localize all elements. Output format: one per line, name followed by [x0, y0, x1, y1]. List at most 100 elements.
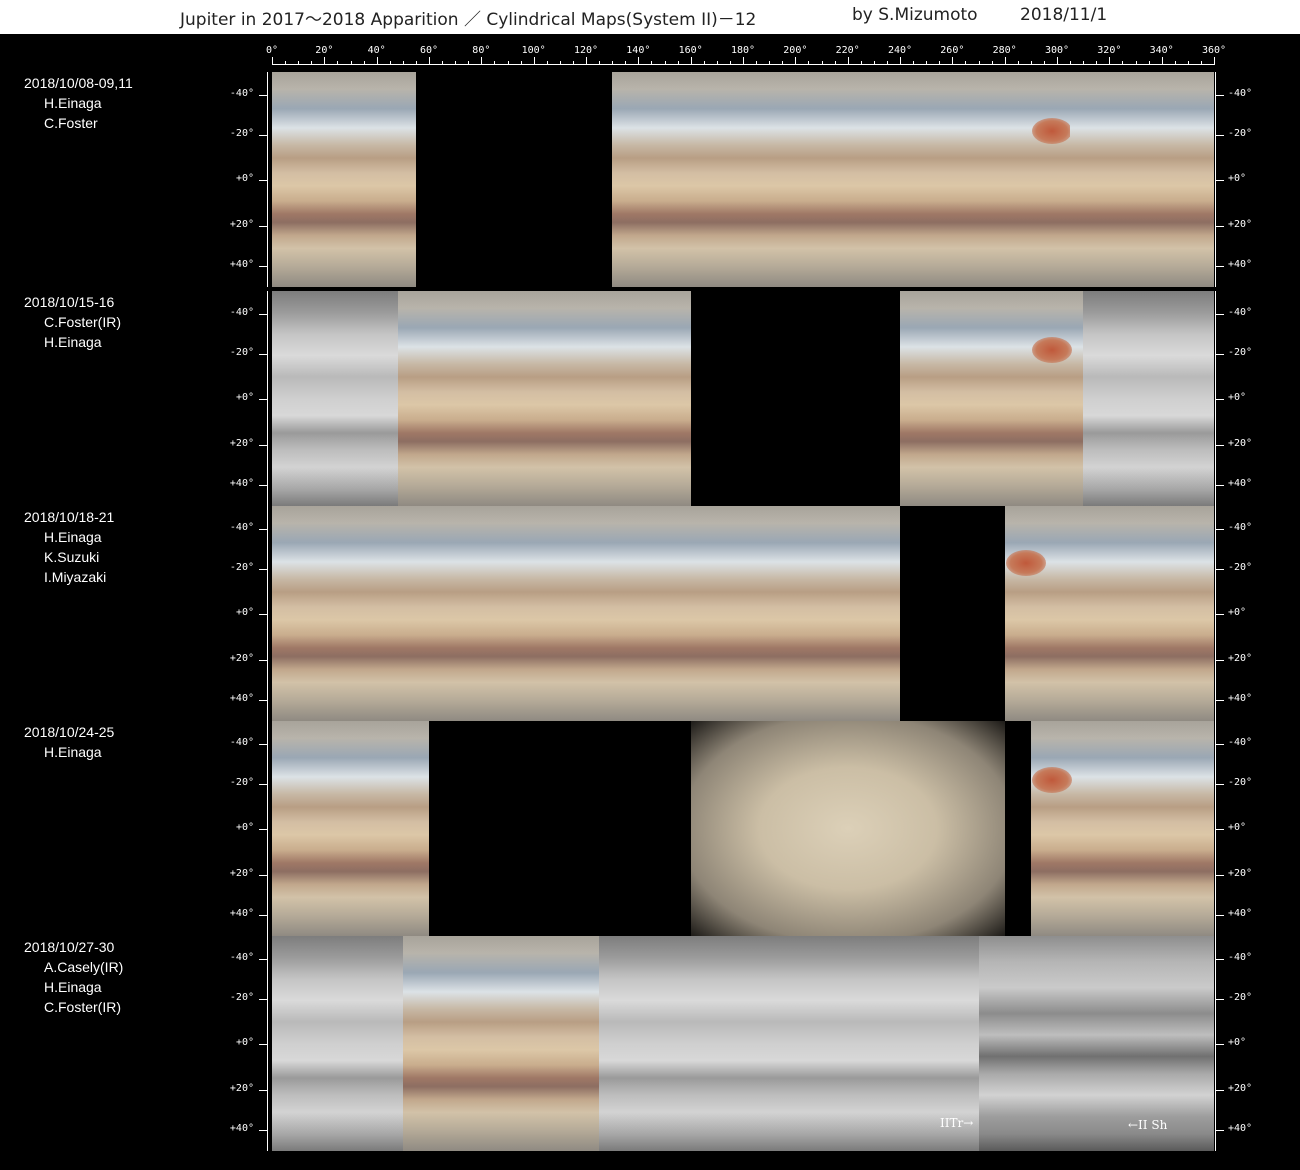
longitude-tick [324, 57, 325, 65]
observer-name: I.Miyazaki [44, 569, 107, 585]
longitude-tick [900, 57, 901, 65]
publish-date: 2018/11/1 [1020, 5, 1108, 25]
latitude-label-right: +40° [1228, 259, 1253, 270]
latitude-tick-right [1216, 1044, 1224, 1045]
longitude-label: 220° [835, 45, 860, 56]
longitude-label: 20° [315, 45, 334, 56]
latitude-label-right: -20° [1228, 777, 1253, 788]
latitude-tick-left [259, 180, 267, 181]
latitude-label-right: +40° [1228, 1123, 1253, 1134]
longitude-label: 100° [521, 45, 546, 56]
latitude-label-left: +20° [229, 653, 254, 664]
title-bar: Jupiter in 2017～2018 Apparition ／ Cylind… [0, 0, 1300, 34]
latitude-tick-right [1216, 569, 1224, 570]
longitude-label: 200° [783, 45, 808, 56]
longitude-tick [612, 61, 613, 65]
latitude-label-right: +0° [1228, 1037, 1247, 1048]
longitude-tick [1201, 61, 1202, 65]
latitude-axis-right [1215, 936, 1216, 1151]
latitude-tick-right [1216, 614, 1224, 615]
longitude-tick [337, 61, 338, 65]
iitr-annotation: IITr→ [940, 1116, 974, 1130]
latitude-tick-left [259, 959, 267, 960]
longitude-label: 160° [678, 45, 703, 56]
latitude-label-right: +20° [1228, 1083, 1253, 1094]
longitude-tick [599, 61, 600, 65]
map-segment [691, 291, 900, 506]
longitude-label: 180° [730, 45, 756, 56]
latitude-tick-right [1216, 915, 1224, 916]
longitude-tick [534, 57, 535, 65]
longitude-tick [1083, 61, 1084, 65]
latitude-tick-left [259, 614, 267, 615]
map-segment [979, 936, 1214, 1151]
latitude-tick-right [1216, 95, 1224, 96]
latitude-tick-left [259, 399, 267, 400]
longitude-label: 240° [887, 45, 913, 56]
longitude-tick [651, 61, 652, 65]
latitude-label-left: +40° [229, 259, 254, 270]
observer-name: C.Foster [44, 115, 98, 131]
map-segment [272, 936, 403, 1151]
latitude-label-left: +40° [229, 908, 254, 919]
latitude-tick-left [259, 784, 267, 785]
latitude-label-right: +40° [1228, 478, 1253, 489]
longitude-label: 140° [626, 45, 651, 56]
latitude-tick-left [259, 266, 267, 267]
observer-name: A.Casely(IR) [44, 959, 124, 975]
latitude-tick-right [1216, 1090, 1224, 1091]
latitude-label-left: +40° [229, 693, 254, 704]
latitude-label-left: -40° [229, 952, 254, 963]
map-segment [272, 721, 429, 936]
latitude-label-left: -20° [229, 992, 254, 1003]
longitude-tick [494, 61, 495, 65]
longitude-tick [835, 61, 836, 65]
latitude-label-left: -20° [229, 777, 254, 788]
longitude-tick [913, 61, 914, 65]
latitude-tick-right [1216, 135, 1224, 136]
map-segment [599, 936, 808, 1151]
latitude-label-right: -40° [1228, 307, 1253, 318]
map-segment [1005, 721, 1031, 936]
longitude-tick [730, 61, 731, 65]
longitude-tick [704, 61, 705, 65]
panel-date: 2018/10/15-16 [24, 294, 115, 310]
longitude-tick [298, 61, 299, 65]
great-red-spot [1032, 337, 1072, 363]
latitude-label-right: -20° [1228, 992, 1253, 1003]
longitude-tick [573, 61, 574, 65]
longitude-tick [822, 61, 823, 65]
longitude-tick [1136, 61, 1137, 65]
longitude-tick [1122, 61, 1123, 65]
latitude-tick-right [1216, 529, 1224, 530]
latitude-tick-right [1216, 660, 1224, 661]
latitude-axis-left [267, 72, 268, 287]
latitude-label-right: -40° [1228, 88, 1253, 99]
latitude-axis-left [267, 506, 268, 721]
latitude-tick-left [259, 569, 267, 570]
author-credit: by S.Mizumoto [852, 5, 978, 25]
longitude-tick [468, 61, 469, 65]
longitude-tick [848, 57, 849, 65]
longitude-tick [442, 61, 443, 65]
latitude-label-right: +40° [1228, 908, 1253, 919]
longitude-tick [691, 57, 692, 65]
latitude-label-left: +20° [229, 438, 254, 449]
latitude-label-left: -20° [229, 347, 254, 358]
longitude-tick [560, 61, 561, 65]
longitude-tick [1018, 61, 1019, 65]
great-red-spot [1006, 550, 1046, 576]
map-segment [272, 72, 416, 287]
longitude-tick [992, 61, 993, 65]
panel-label: 2018/10/24-25 H.Einaga [24, 722, 114, 762]
latitude-tick-left [259, 445, 267, 446]
longitude-tick [272, 57, 273, 65]
map-segment [460, 506, 623, 721]
longitude-tick [429, 57, 430, 65]
longitude-tick [351, 61, 352, 65]
longitude-label: 360° [1201, 45, 1227, 56]
latitude-tick-right [1216, 700, 1224, 701]
latitude-label-right: +0° [1228, 173, 1247, 184]
latitude-tick-right [1216, 999, 1224, 1000]
longitude-tick [756, 61, 757, 65]
